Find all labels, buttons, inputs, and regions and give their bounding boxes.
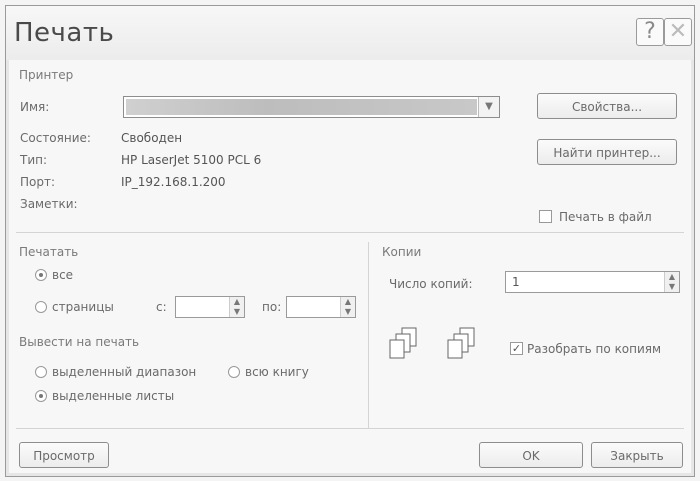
selection-label: выделенный диапазон (52, 365, 197, 379)
print-dialog: Печать ? ✕ Принтер Имя: ▼ Свойства... Со… (5, 5, 695, 477)
title-bar: Печать ? ✕ (6, 6, 694, 60)
copies-count-value: 1 (512, 275, 520, 289)
printer-group-label: Принтер (19, 68, 74, 82)
find-printer-button[interactable]: Найти принтер... (537, 139, 677, 165)
properties-button[interactable]: Свойства... (537, 93, 677, 119)
copies-count-label: Число копий: (389, 277, 473, 291)
selection-radio[interactable] (35, 366, 47, 378)
print-what-group-label: Вывести на печать (19, 335, 140, 349)
collate-checkbox[interactable]: ✓ (510, 342, 523, 355)
copies-count-stepper[interactable]: 1 ▲ ▼ (505, 271, 680, 293)
print-range-group-label: Печатать (19, 245, 79, 259)
all-pages-label: все (52, 268, 74, 282)
pages-label: страницы (52, 300, 114, 314)
type-value: HP LaserJet 5100 PCL 6 (121, 153, 262, 167)
vertical-divider (368, 242, 369, 428)
printer-name-label: Имя: (20, 100, 50, 114)
to-page-stepper[interactable]: ▲ ▼ (286, 296, 356, 318)
chevron-down-icon[interactable]: ▼ (478, 97, 499, 117)
preview-button[interactable]: Просмотр (19, 442, 109, 468)
ok-button[interactable]: OK (479, 442, 583, 468)
collate-label: Разобрать по копиям (527, 342, 662, 356)
print-to-file-label: Печать в файл (559, 210, 652, 224)
status-value: Свободен (121, 131, 183, 145)
printer-name-select[interactable]: ▼ (123, 96, 500, 118)
close-icon[interactable]: ✕ (664, 18, 692, 46)
help-button[interactable]: ? (636, 18, 664, 46)
print-to-file-checkbox[interactable] (539, 210, 552, 223)
from-label: с: (156, 300, 167, 314)
copies-group-label: Копии (382, 245, 422, 259)
all-pages-radio[interactable] (35, 269, 47, 281)
workbook-label: всю книгу (245, 365, 309, 379)
divider (16, 232, 684, 233)
footer-divider (16, 428, 684, 429)
active-sheets-radio[interactable] (35, 390, 47, 402)
from-page-stepper[interactable]: ▲ ▼ (175, 296, 245, 318)
port-label: Порт: (20, 175, 56, 189)
dialog-title: Печать (14, 18, 115, 48)
port-value: IP_192.168.1.200 (121, 175, 226, 189)
close-button[interactable]: Закрыть (591, 442, 683, 468)
workbook-radio[interactable] (228, 366, 240, 378)
pages-radio[interactable] (35, 301, 47, 313)
stepper-arrows-icon[interactable]: ▲ ▼ (340, 297, 355, 317)
to-label: по: (262, 300, 282, 314)
active-sheets-label: выделенные листы (52, 389, 175, 403)
printer-name-value (126, 99, 477, 115)
type-label: Тип: (20, 153, 48, 167)
collate-pages-icon (389, 327, 475, 359)
stepper-arrows-icon[interactable]: ▲ ▼ (664, 272, 679, 292)
notes-label: Заметки: (20, 197, 78, 211)
status-label: Состояние: (20, 131, 91, 145)
stepper-arrows-icon[interactable]: ▲ ▼ (229, 297, 244, 317)
